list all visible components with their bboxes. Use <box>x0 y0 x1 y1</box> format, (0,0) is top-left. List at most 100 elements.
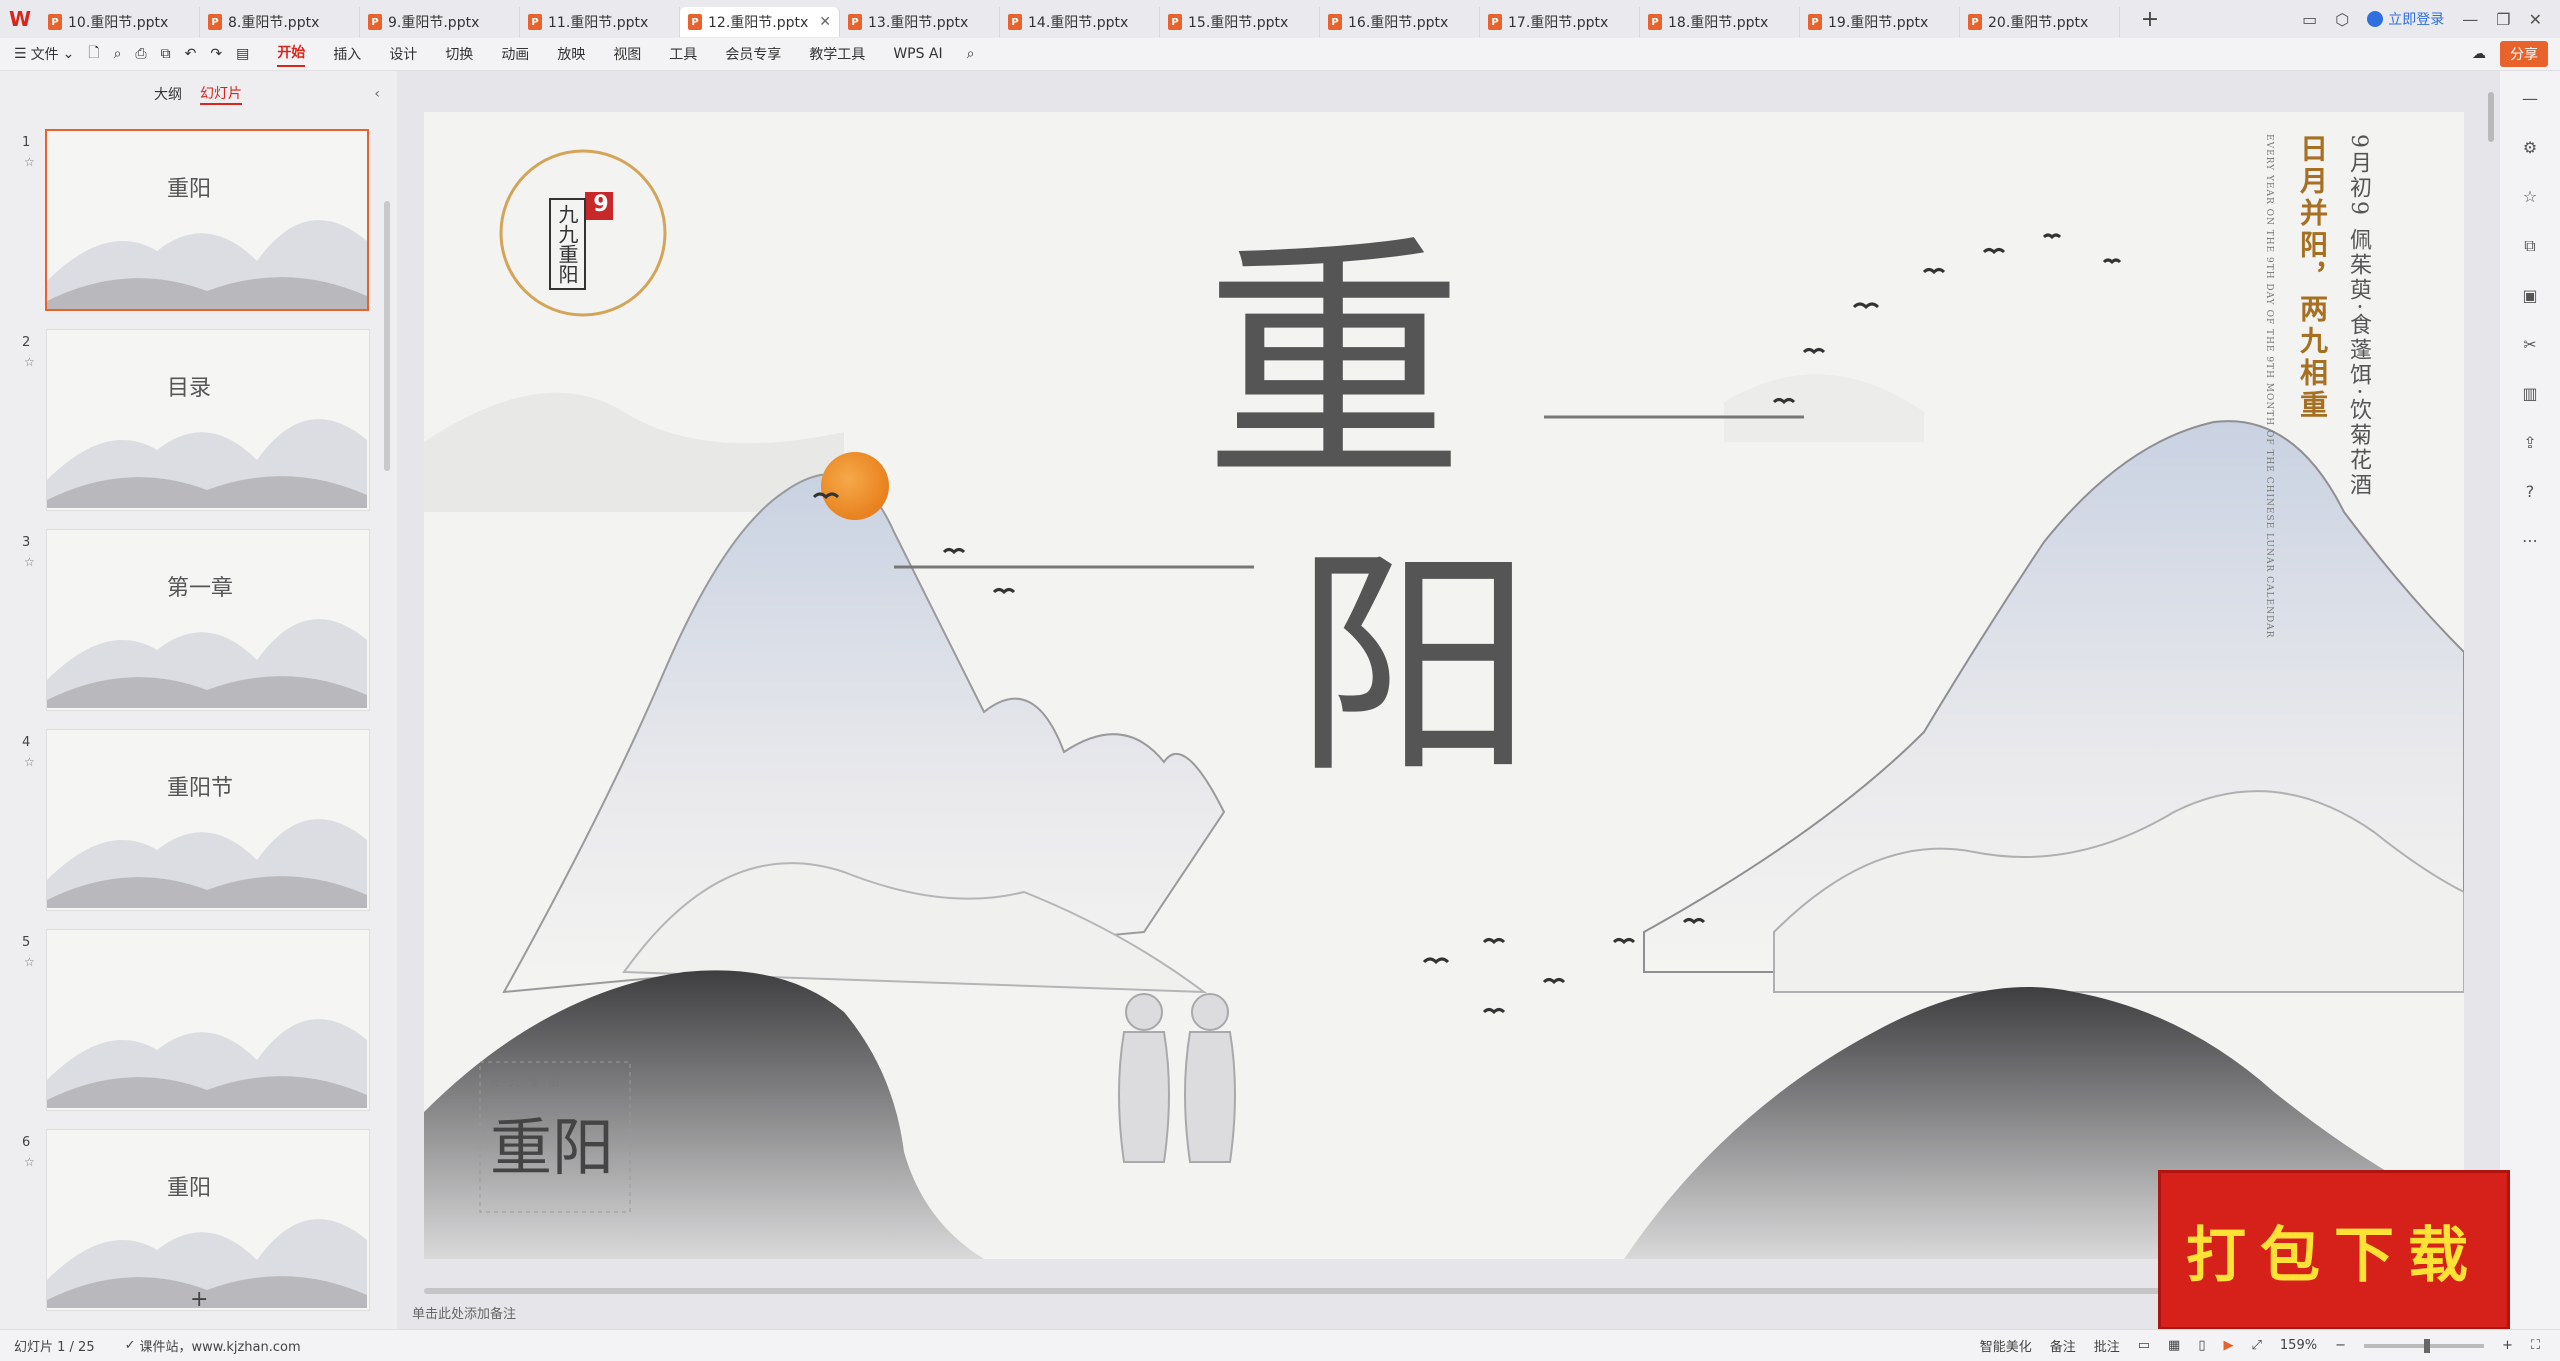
star-icon[interactable]: ☆ <box>24 755 35 769</box>
slide-number: 5 <box>22 935 31 950</box>
cube-icon[interactable]: ⬡ <box>2335 10 2349 29</box>
canvas-horizontal-scrollbar[interactable] <box>424 1288 2164 1294</box>
search-icon[interactable]: ⌕ <box>967 46 975 62</box>
tab-6[interactable]: P 14.重阳节.pptx <box>1000 7 1160 37</box>
tab-outline[interactable]: 大纲 <box>154 84 182 104</box>
pptx-file-icon: P <box>368 14 382 30</box>
close-icon[interactable]: ✕ <box>2529 10 2542 29</box>
star-icon[interactable]: ☆ <box>24 555 35 569</box>
slide-thumbnail[interactable] <box>46 929 370 1111</box>
grid-view-icon[interactable]: ▦ <box>2168 1338 2180 1353</box>
open-icon[interactable]: ⌕ <box>114 46 122 62</box>
slide-thumbnail-row[interactable]: 2 ☆ 目录 <box>0 329 396 511</box>
fullscreen-icon[interactable]: ⛶ <box>2531 1338 2540 1353</box>
new-file-icon[interactable]: 🗋 <box>88 42 99 66</box>
slide-thumbnail[interactable]: 重阳 <box>46 1129 370 1311</box>
slide-1[interactable]: 九九重阳 9 重 阳 9月初9 佩茱萸·食蓬饵·饮菊花酒 日月并阳，两九相重 E… <box>424 112 2464 1259</box>
file-menu[interactable]: ☰ 文件 ⌄ <box>14 44 74 64</box>
undo-icon[interactable]: ↶ <box>185 46 197 62</box>
star-icon[interactable]: ☆ <box>24 355 35 369</box>
ribbon-tab-5[interactable]: 放映 <box>557 44 585 64</box>
zoom-out-icon[interactable]: − <box>2335 1338 2346 1353</box>
login-button[interactable]: 立即登录 <box>2367 9 2444 29</box>
zoom-slider[interactable] <box>2363 1338 2484 1353</box>
ribbon-tab-2[interactable]: 设计 <box>389 44 417 64</box>
canvas-vertical-scrollbar[interactable] <box>2488 92 2494 142</box>
reading-view-icon[interactable]: ▯ <box>2198 1338 2205 1353</box>
tab-close-icon[interactable]: ✕ <box>819 14 831 30</box>
tab-slides[interactable]: 幻灯片 <box>200 83 242 105</box>
tab-11[interactable]: P 19.重阳节.pptx <box>1800 7 1960 37</box>
collapse-panel-icon[interactable]: ‹ <box>374 86 380 102</box>
tab-7[interactable]: P 15.重阳节.pptx <box>1160 7 1320 37</box>
zoom-level[interactable]: 159% <box>2280 1338 2317 1353</box>
ribbon-tab-6[interactable]: 视图 <box>613 44 641 64</box>
download-badge[interactable]: 打包下载 <box>2158 1170 2510 1330</box>
tab-3[interactable]: P 11.重阳节.pptx <box>520 7 680 37</box>
slide-thumbnail-row[interactable]: 4 ☆ 重阳节 <box>0 729 396 911</box>
slide-number: 6 <box>22 1135 31 1150</box>
cloud-icon[interactable]: ☁ <box>2472 46 2486 62</box>
ribbon-tab-7[interactable]: 工具 <box>669 44 697 64</box>
thumbnail-title: 重阳 <box>167 177 212 202</box>
notes-button[interactable]: 备注 <box>2050 1336 2076 1355</box>
minimize-icon[interactable]: — <box>2462 10 2478 29</box>
format-painter-icon[interactable]: ▤ <box>236 46 249 62</box>
book-icon[interactable]: ▥ <box>2522 384 2537 403</box>
comments-button[interactable]: 批注 <box>2094 1336 2120 1355</box>
slide-thumbnail[interactable]: 目录 <box>46 329 370 511</box>
slide-thumbnail[interactable]: 第一章 <box>46 529 370 711</box>
print-icon[interactable]: ⎙ <box>135 46 146 62</box>
zoom-knob[interactable] <box>2423 1338 2430 1353</box>
tab-8[interactable]: P 16.重阳节.pptx <box>1320 7 1480 37</box>
minus-icon[interactable]: — <box>2522 89 2538 108</box>
notes-placeholder[interactable]: 单击此处添加备注 <box>412 1303 516 1322</box>
preview-icon[interactable]: ⧉ <box>161 46 171 62</box>
normal-view-icon[interactable]: ▭ <box>2138 1338 2150 1353</box>
slide-thumbnail-row[interactable]: 1 ☆ 重阳 <box>0 129 396 311</box>
tab-10[interactable]: P 18.重阳节.pptx <box>1640 7 1800 37</box>
ribbon-tab-8[interactable]: 会员专享 <box>725 44 781 64</box>
beautify-button[interactable]: 智能美化 <box>1980 1336 2032 1355</box>
restore-icon[interactable]: ❐ <box>2496 10 2510 29</box>
window-layout-icon[interactable]: ▭ <box>2302 10 2317 29</box>
wps-logo-icon[interactable]: W <box>0 0 40 38</box>
settings-icon[interactable]: ⚙ <box>2523 138 2537 157</box>
tab-9[interactable]: P 17.重阳节.pptx <box>1480 7 1640 37</box>
tab-2[interactable]: P 9.重阳节.pptx <box>360 7 520 37</box>
image-icon[interactable]: ▣ <box>2522 286 2537 305</box>
ribbon-tab-4[interactable]: 动画 <box>501 44 529 64</box>
thumbnail-scrollbar[interactable] <box>384 201 390 471</box>
star-icon[interactable]: ☆ <box>24 155 35 169</box>
tab-1[interactable]: P 8.重阳节.pptx <box>200 7 360 37</box>
slide-thumbnail[interactable]: 重阳 <box>45 129 369 311</box>
share-button[interactable]: 分享 <box>2500 41 2548 67</box>
ribbon-tab-10[interactable]: WPS AI <box>893 46 942 62</box>
slide-thumbnail-row[interactable]: 5 ☆ <box>0 929 396 1111</box>
slide-thumbnail-row[interactable]: 6 ☆ 重阳 <box>0 1129 396 1311</box>
slide-thumbnail-row[interactable]: 3 ☆ 第一章 <box>0 529 396 711</box>
more-icon[interactable]: ⋯ <box>2522 531 2538 550</box>
star-icon[interactable]: ☆ <box>24 1155 35 1169</box>
ribbon-tab-0[interactable]: 开始 <box>277 42 306 67</box>
tools-icon[interactable]: ✂ <box>2523 335 2536 354</box>
new-tab-button[interactable]: + <box>2130 7 2170 32</box>
share-icon[interactable]: ⇪ <box>2523 433 2536 452</box>
tab-12[interactable]: P 20.重阳节.pptx <box>1960 7 2120 37</box>
zoom-in-icon[interactable]: + <box>2502 1338 2513 1353</box>
star-icon[interactable]: ☆ <box>24 955 35 969</box>
ribbon-tab-9[interactable]: 教学工具 <box>809 44 865 64</box>
tab-4[interactable]: P 12.重阳节.pptx ✕ <box>680 7 840 37</box>
ribbon-tab-3[interactable]: 切换 <box>445 44 473 64</box>
tab-5[interactable]: P 13.重阳节.pptx <box>840 7 1000 37</box>
tab-0[interactable]: P 10.重阳节.pptx <box>40 7 200 37</box>
help-icon[interactable]: ? <box>2526 482 2535 501</box>
copy-icon[interactable]: ⧉ <box>2524 236 2535 256</box>
play-icon[interactable]: ▶ <box>2224 1338 2234 1353</box>
slide-thumbnail[interactable]: 重阳节 <box>46 729 370 911</box>
fit-icon[interactable]: ⤢ <box>2252 1338 2262 1353</box>
redo-icon[interactable]: ↷ <box>210 46 222 62</box>
add-slide-button[interactable]: + <box>190 1287 208 1312</box>
ribbon-tab-1[interactable]: 插入 <box>333 44 361 64</box>
star-icon[interactable]: ☆ <box>2523 187 2537 206</box>
